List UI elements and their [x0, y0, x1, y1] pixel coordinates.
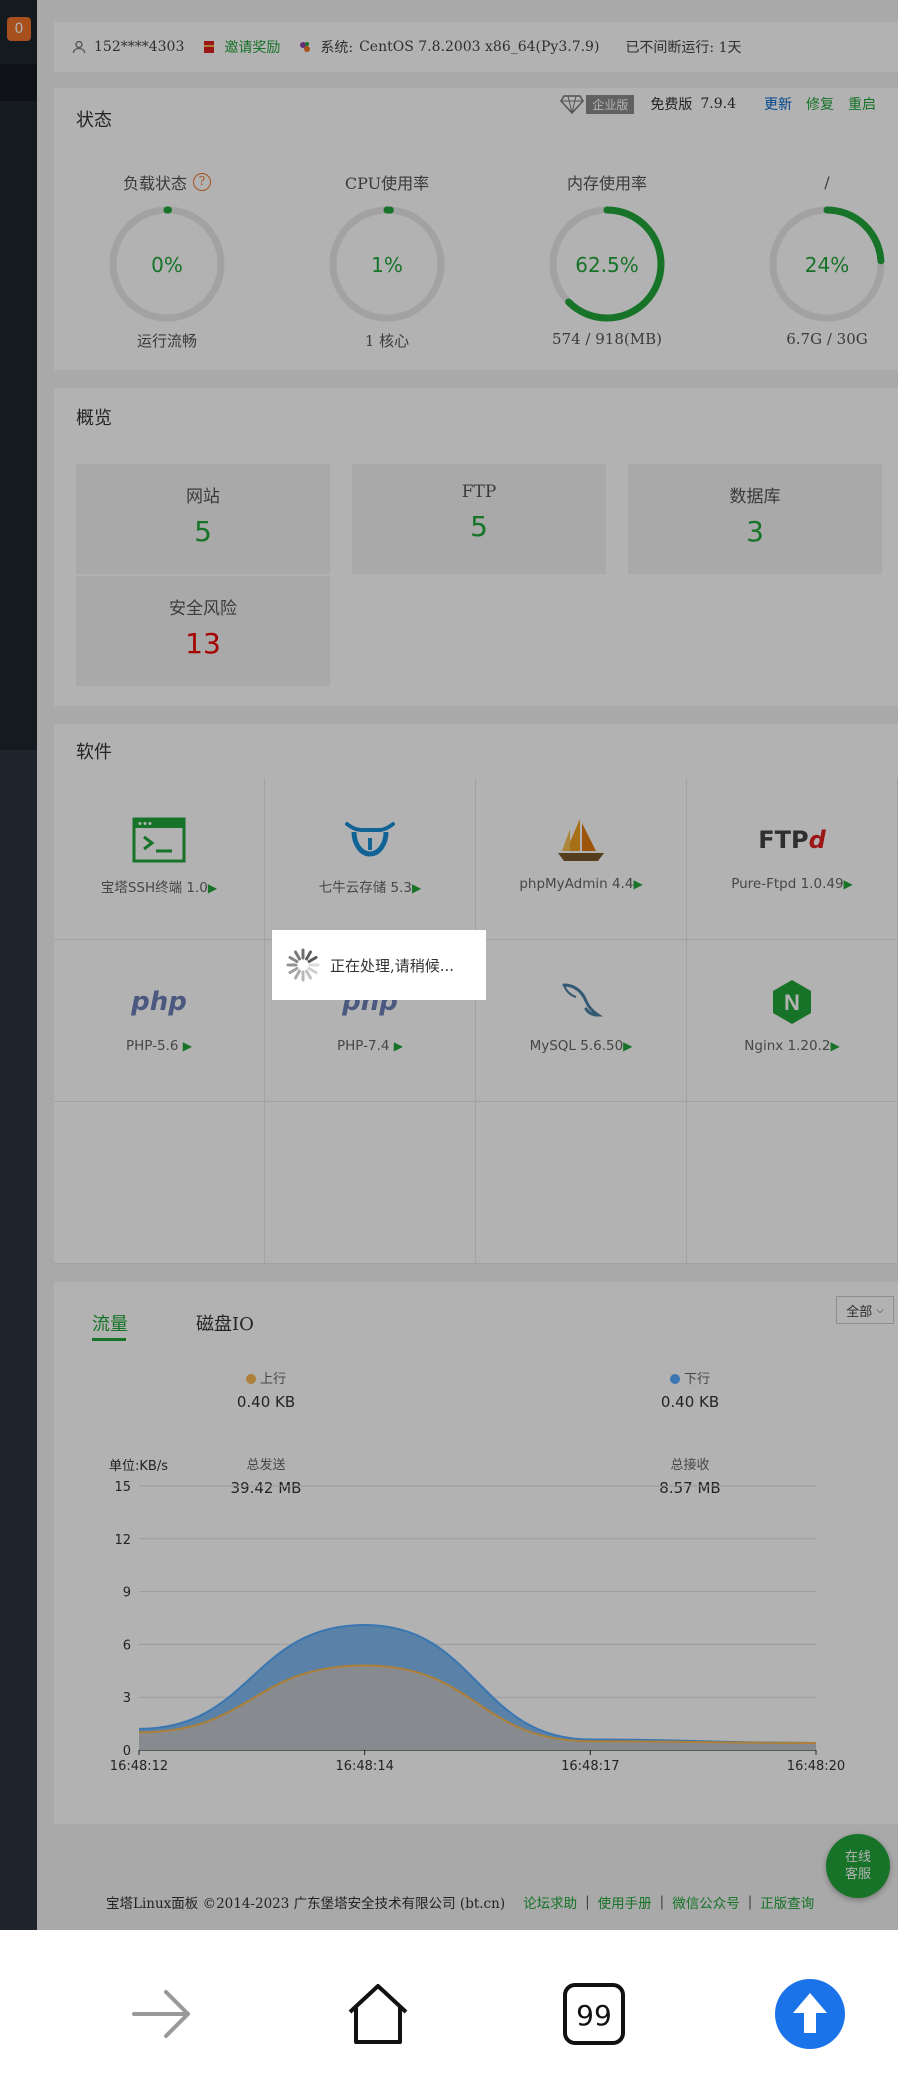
loading-text: 正在处理,请稍候...	[330, 956, 455, 975]
spinner-segment	[294, 969, 301, 980]
scroll-top-button[interactable]	[770, 1974, 850, 2054]
app-viewport: 0 152****4303 邀请奖励 系统: CentOS 7.8.2003 x…	[0, 0, 898, 1930]
spinner-segment	[307, 956, 318, 963]
loading-dialog: 正在处理,请稍候...	[272, 930, 486, 1000]
spinner-segment	[288, 956, 299, 963]
spinner-segment	[288, 967, 299, 974]
spinner-icon	[286, 948, 320, 982]
tabs-button[interactable]: 99	[554, 1974, 634, 2054]
home-icon	[348, 1984, 408, 2044]
tab-count: 99	[576, 1999, 612, 2032]
spinner-segment	[305, 969, 312, 980]
tabs-icon: 99	[563, 1983, 625, 2045]
spinner-segment	[307, 967, 318, 974]
upload-arrow-icon	[775, 1979, 845, 2049]
home-button[interactable]	[338, 1974, 418, 2054]
spinner-segment	[305, 950, 312, 961]
forward-arrow-icon	[132, 1990, 190, 2038]
browser-toolbar: 99	[0, 1930, 898, 2099]
spinner-segment	[294, 950, 301, 961]
forward-button[interactable]	[122, 1974, 202, 2054]
